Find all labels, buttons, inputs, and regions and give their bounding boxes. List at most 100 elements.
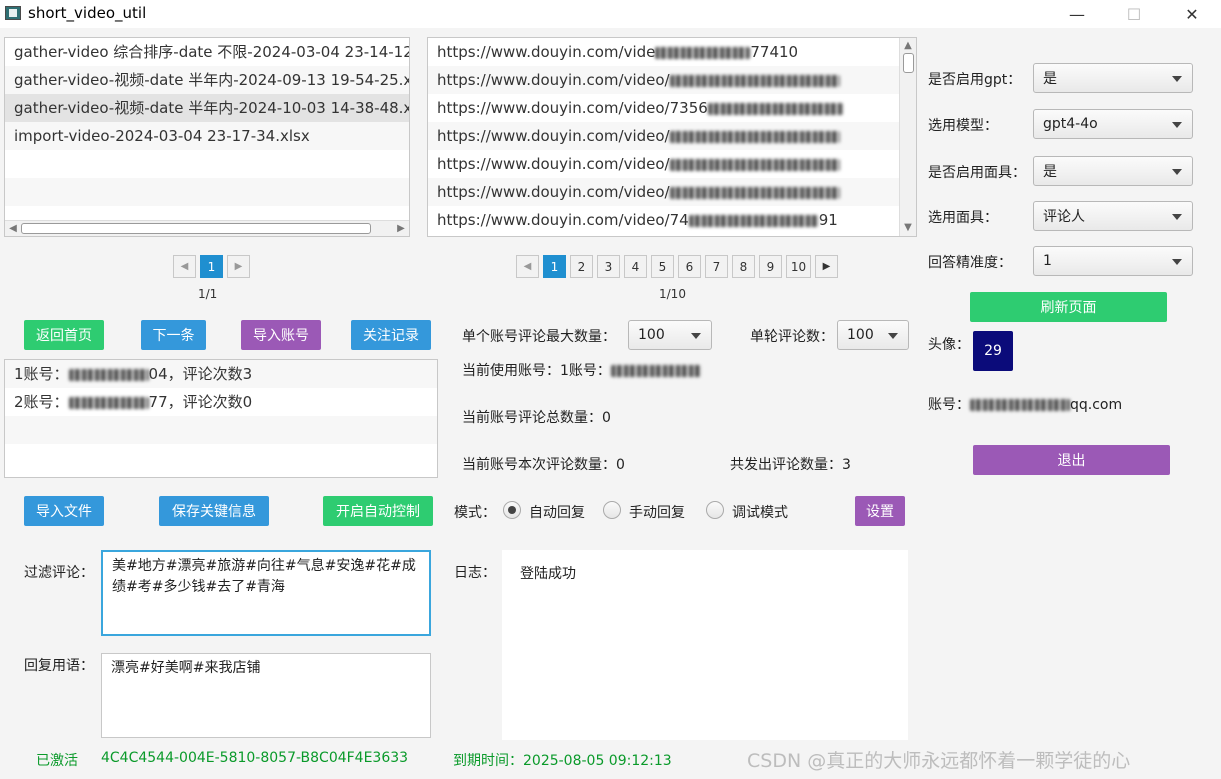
mode-radio-auto[interactable]	[503, 501, 521, 519]
scroll-thumb[interactable]	[903, 53, 914, 73]
mask-enable-select[interactable]: 是	[1033, 156, 1193, 186]
gpt-enable-select[interactable]: 是	[1033, 63, 1193, 93]
scroll-thumb[interactable]	[21, 223, 371, 234]
scroll-down-icon[interactable]: ▼	[900, 220, 916, 236]
model-select[interactable]: gpt4-4o	[1033, 109, 1193, 139]
current-account-value: 1账号：	[560, 363, 611, 379]
precision-select[interactable]: 1	[1033, 246, 1193, 276]
page-button[interactable]: 6	[678, 255, 701, 278]
current-account-label-text: 当前使用账号：	[462, 363, 560, 379]
page-button[interactable]: 2	[570, 255, 593, 278]
scroll-up-icon[interactable]: ▲	[900, 38, 916, 54]
account-list[interactable]: 1账号： 04，评论次数3 2账号： 77，评论次数0	[4, 359, 438, 478]
mode-radio-debug[interactable]	[706, 501, 724, 519]
precision-label: 回答精准度：	[928, 255, 1012, 271]
empty-row	[5, 178, 409, 206]
file-page-indicator: 1/1	[198, 287, 218, 301]
page-button[interactable]: 1	[543, 255, 566, 278]
file-item[interactable]: gather-video 综合排序-date 不限-2024-03-04 23-…	[5, 38, 409, 66]
home-button[interactable]: 返回首页	[24, 320, 104, 350]
page-button[interactable]: 1	[200, 255, 223, 278]
page-button[interactable]: 3	[597, 255, 620, 278]
settings-button[interactable]: 设置	[855, 496, 905, 526]
auto-control-button[interactable]: 开启自动控制	[323, 496, 433, 526]
page-prev-icon[interactable]: ◀	[516, 255, 539, 278]
video-item[interactable]: https://www.douyin.com/video/	[428, 178, 916, 206]
redacted-text	[68, 396, 149, 409]
video-item[interactable]: https://www.douyin.com/vide 77410	[428, 38, 916, 66]
video-item[interactable]: https://www.douyin.com/video/	[428, 150, 916, 178]
sent-comments-label: 共发出评论数量：3	[730, 454, 851, 474]
file-item[interactable]: import-video-2024-03-04 23-17-34.xlsx	[5, 122, 409, 150]
filter-label: 过滤评论：	[24, 565, 94, 581]
close-button[interactable]: ✕	[1169, 0, 1215, 28]
redacted-text	[669, 130, 840, 143]
file-pager: ◀ 1 ▶	[173, 255, 250, 278]
redacted-text	[970, 399, 1070, 411]
save-keys-button[interactable]: 保存关键信息	[159, 496, 269, 526]
minimize-button[interactable]: —	[1054, 0, 1100, 28]
page-button[interactable]: 7	[705, 255, 728, 278]
per-round-value: 100	[847, 327, 874, 343]
chevron-down-icon	[1172, 214, 1182, 220]
logout-button[interactable]: 退出	[973, 445, 1170, 475]
video-list-vscrollbar[interactable]: ▲ ▼	[899, 38, 916, 236]
refresh-page-button[interactable]: 刷新页面	[970, 292, 1167, 322]
video-item[interactable]: https://www.douyin.com/video/	[428, 122, 916, 150]
page-button[interactable]: 9	[759, 255, 782, 278]
per-round-label: 单轮评论数：	[750, 329, 834, 345]
scroll-right-icon[interactable]: ▶	[395, 221, 407, 236]
scroll-left-icon[interactable]: ◀	[7, 221, 19, 236]
redacted-text	[669, 186, 840, 199]
avatar-label: 头像：	[928, 337, 970, 353]
next-button[interactable]: 下一条	[141, 320, 206, 350]
video-url: https://www.douyin.com/video/	[437, 71, 670, 89]
account-detail: 04，评论次数3	[148, 365, 253, 383]
follow-records-button[interactable]: 关注记录	[351, 320, 431, 350]
account-item[interactable]: 1账号： 04，评论次数3	[5, 360, 437, 388]
maximize-button[interactable]: ☐	[1111, 0, 1157, 28]
empty-row	[5, 416, 437, 444]
video-item[interactable]: https://www.douyin.com/video/7356	[428, 94, 916, 122]
page-next-icon[interactable]: ▶	[227, 255, 250, 278]
mode-radio-manual[interactable]	[603, 501, 621, 519]
redacted-text	[688, 214, 819, 227]
video-item[interactable]: https://www.douyin.com/video/74 91	[428, 206, 916, 234]
video-list[interactable]: https://www.douyin.com/vide 77410 https:/…	[427, 37, 917, 237]
account-item[interactable]: 2账号： 77，评论次数0	[5, 388, 437, 416]
file-item[interactable]: gather-video-视频-date 半年内-2024-09-13 19-5…	[5, 66, 409, 94]
reply-label: 回复用语：	[24, 658, 94, 674]
log-output: 登陆成功	[502, 550, 908, 740]
page-button[interactable]: 10	[786, 255, 811, 278]
redacted-text	[68, 368, 149, 381]
page-prev-icon[interactable]: ◀	[173, 255, 196, 278]
precision-value: 1	[1043, 253, 1052, 269]
file-item-selected[interactable]: gather-video-视频-date 半年内-2024-10-03 14-3…	[5, 94, 409, 122]
page-button[interactable]: 8	[732, 255, 755, 278]
video-url-suffix: 91	[818, 211, 838, 229]
filter-textarea[interactable]: 美#地方#漂亮#旅游#向往#气息#安逸#花#成绩#考#多少钱#去了#青海	[101, 550, 431, 636]
page-next-icon[interactable]: ▶	[815, 255, 838, 278]
import-account-button[interactable]: 导入账号	[241, 320, 321, 350]
per-round-select[interactable]: 100	[837, 320, 909, 350]
account-label-text: 账号：	[928, 397, 970, 413]
redacted-text	[669, 74, 840, 87]
page-button[interactable]: 4	[624, 255, 647, 278]
page-button[interactable]: 5	[651, 255, 674, 278]
mode-option-label[interactable]: 自动回复	[529, 502, 585, 522]
total-comments-value: 0	[602, 410, 611, 426]
mode-option-label[interactable]: 调试模式	[732, 502, 788, 522]
mode-option-label[interactable]: 手动回复	[629, 502, 685, 522]
max-per-account-select[interactable]: 100	[628, 320, 712, 350]
video-url: https://www.douyin.com/video/	[437, 155, 670, 173]
gpt-enable-label: 是否启用gpt：	[928, 72, 1022, 88]
file-list-hscrollbar[interactable]: ◀ ▶	[5, 220, 409, 236]
account-prefix: 2账号：	[14, 393, 69, 411]
reply-textarea[interactable]: 漂亮#好美啊#来我店铺	[101, 653, 431, 738]
account-prefix: 1账号：	[14, 365, 69, 383]
file-list[interactable]: gather-video 综合排序-date 不限-2024-03-04 23-…	[4, 37, 410, 237]
redacted-text	[610, 365, 701, 377]
mask-select[interactable]: 评论人	[1033, 201, 1193, 231]
import-file-button[interactable]: 导入文件	[24, 496, 104, 526]
video-item[interactable]: https://www.douyin.com/video/	[428, 66, 916, 94]
